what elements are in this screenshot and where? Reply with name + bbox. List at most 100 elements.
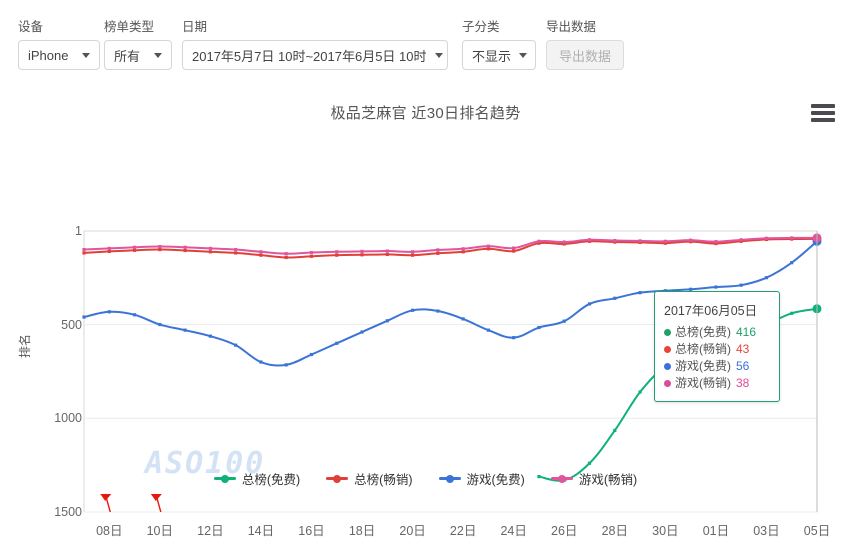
data-point	[360, 330, 364, 334]
plot-area: 排名 1 500 1000 1500 08日 10日 12日 14日 16日 18日 20日 22日…	[0, 88, 851, 538]
x-axis-tick: 20日	[399, 524, 426, 538]
x-axis-tick: 08日	[96, 524, 123, 538]
chevron-down-icon	[519, 52, 528, 58]
subcategory-label: 子分类	[462, 20, 500, 34]
list-type-select-value: 所有	[114, 48, 141, 64]
data-point	[234, 343, 238, 347]
export-data-button[interactable]: 导出数据	[546, 40, 625, 70]
export-label: 导出数据	[546, 20, 597, 34]
data-point	[259, 360, 263, 364]
data-point	[461, 317, 465, 321]
data-point	[436, 251, 440, 255]
legend-swatch-dot-icon	[333, 474, 342, 483]
data-point	[714, 240, 718, 244]
tooltip-series-name: 游戏(畅销)	[675, 376, 731, 390]
data-point	[183, 245, 187, 249]
data-point	[512, 336, 516, 340]
data-point	[82, 247, 86, 252]
data-point	[790, 311, 794, 315]
data-point	[183, 328, 187, 332]
date-range-field: 日期 2017年5月7日 10时~2017年6月5日 10时	[182, 20, 448, 70]
data-point	[689, 238, 693, 242]
data-point	[638, 239, 642, 243]
data-point	[461, 247, 465, 251]
legend-swatch-icon	[213, 474, 236, 483]
data-point	[587, 302, 592, 306]
x-axis-tick: 28日	[601, 524, 628, 538]
data-point	[613, 296, 617, 300]
data-point	[385, 319, 389, 323]
data-point	[587, 461, 592, 465]
data-point	[234, 251, 238, 255]
subcategory-select[interactable]: 不显示	[462, 40, 536, 70]
data-point	[259, 253, 263, 257]
data-point	[284, 255, 288, 260]
x-axis-tick: 14日	[247, 524, 275, 538]
data-point	[284, 363, 288, 367]
tooltip-series-value: 43	[736, 342, 750, 356]
tooltip-series-name: 总榜(免费)	[675, 325, 731, 339]
data-point	[107, 249, 111, 254]
legend-item[interactable]: 游戏(畅销)	[550, 469, 638, 488]
x-axis-tick: 12日	[197, 524, 224, 538]
device-select[interactable]: iPhone	[18, 40, 100, 70]
series-color-dot-icon	[664, 329, 671, 336]
legend-swatch-dot-icon	[557, 474, 566, 483]
legend-swatch-icon	[326, 474, 349, 483]
data-point	[82, 315, 86, 319]
x-axis-tick: 18日	[348, 524, 376, 538]
data-point	[234, 247, 238, 252]
tooltip-rows: 总榜(免费) 416 总榜(畅销) 43 游戏(免费) 56 游戏(畅销) 38	[664, 324, 770, 392]
legend-item[interactable]: 游戏(免费)	[438, 469, 525, 488]
data-point	[259, 250, 263, 254]
data-point	[335, 250, 339, 254]
x-axis-ticks: 08日 10日 12日 14日 16日 18日 20日 22日 24日 26日 28日 30日 01日 0…	[0, 520, 851, 540]
data-point	[158, 247, 162, 252]
data-point	[461, 250, 465, 254]
data-point	[385, 249, 389, 253]
data-point	[309, 254, 314, 258]
series-color-dot-icon	[664, 363, 671, 370]
data-point	[613, 428, 617, 433]
data-point	[410, 308, 415, 312]
data-point	[486, 328, 491, 332]
data-point	[790, 236, 794, 240]
data-point	[587, 238, 592, 242]
x-axis-tick: 22日	[449, 524, 477, 538]
data-point	[410, 253, 415, 257]
date-range-select[interactable]: 2017年5月7日 10时~2017年6月5日 10时	[182, 40, 448, 70]
tooltip-series-value: 56	[736, 359, 750, 373]
series-color-dot-icon	[664, 380, 671, 387]
x-axis-tick: 03日	[753, 524, 780, 538]
legend-swatch-dot-icon	[445, 474, 454, 483]
data-point	[132, 313, 137, 317]
legend-item[interactable]: 总榜(畅销)	[326, 469, 413, 488]
tooltip-series-value: 416	[736, 325, 757, 339]
device-select-value: iPhone	[28, 47, 69, 63]
date-range-label: 日期	[182, 20, 208, 34]
subcategory-field: 子分类 不显示	[462, 20, 536, 70]
data-point	[512, 249, 516, 253]
legend-item[interactable]: 总榜(免费)	[213, 469, 301, 488]
chart-tooltip: 2017年06月05日 总榜(免费) 416 总榜(畅销) 43 游戏(免费) 56 游戏(…	[654, 291, 780, 402]
legend-swatch-icon	[438, 474, 461, 483]
tooltip-series-name: 游戏(免费)	[675, 359, 731, 373]
tooltip-series-value: 38	[736, 376, 750, 390]
data-point	[132, 245, 137, 249]
data-point	[410, 250, 415, 254]
x-axis-tick: 05日	[803, 524, 831, 538]
data-point	[158, 244, 162, 249]
legend-label: 总榜(免费)	[241, 473, 301, 487]
filter-toolbar: 设备 iPhone 榜单类型 所有 日期 2017年5月7日 10时~2017年…	[0, 0, 851, 89]
tooltip-date: 2017年06月05日	[664, 304, 758, 318]
chevron-down-icon	[154, 52, 162, 58]
list-type-select[interactable]: 所有	[104, 40, 172, 70]
data-point	[107, 246, 111, 251]
tooltip-row: 游戏(免费) 56	[664, 358, 770, 375]
x-axis-tick: 01日	[702, 524, 730, 538]
data-point	[486, 244, 491, 248]
x-axis-tick: 24日	[500, 524, 527, 538]
data-point	[208, 334, 212, 338]
legend-label: 游戏(畅销)	[578, 473, 638, 487]
data-point	[436, 248, 440, 252]
